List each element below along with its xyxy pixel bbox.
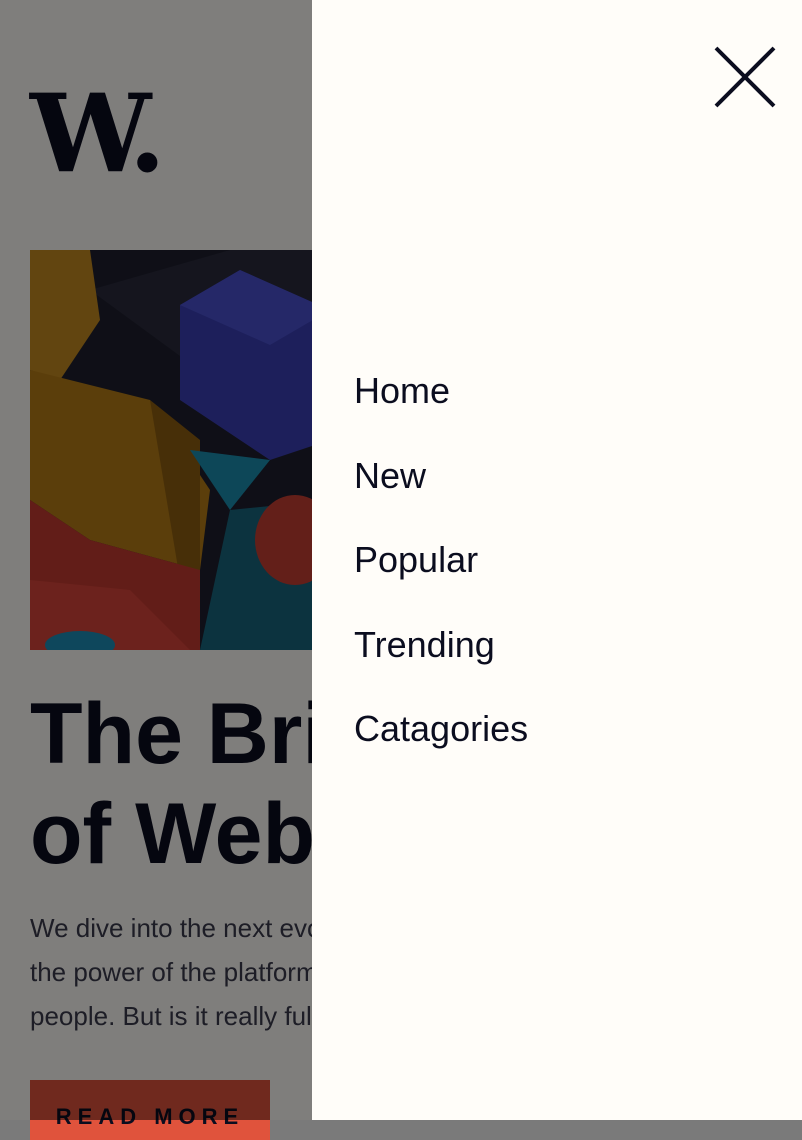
nav-item-categories[interactable]: Catagories [354, 704, 528, 789]
close-icon [714, 46, 776, 108]
nav-menu-list: Home New Popular Trending Catagories [354, 366, 528, 789]
nav-item-home[interactable]: Home [354, 366, 528, 451]
nav-item-trending[interactable]: Trending [354, 620, 528, 705]
mobile-nav-drawer: Home New Popular Trending Catagories [312, 0, 802, 1120]
nav-item-popular[interactable]: Popular [354, 535, 528, 620]
nav-item-new[interactable]: New [354, 451, 528, 536]
close-menu-button[interactable] [712, 44, 778, 110]
